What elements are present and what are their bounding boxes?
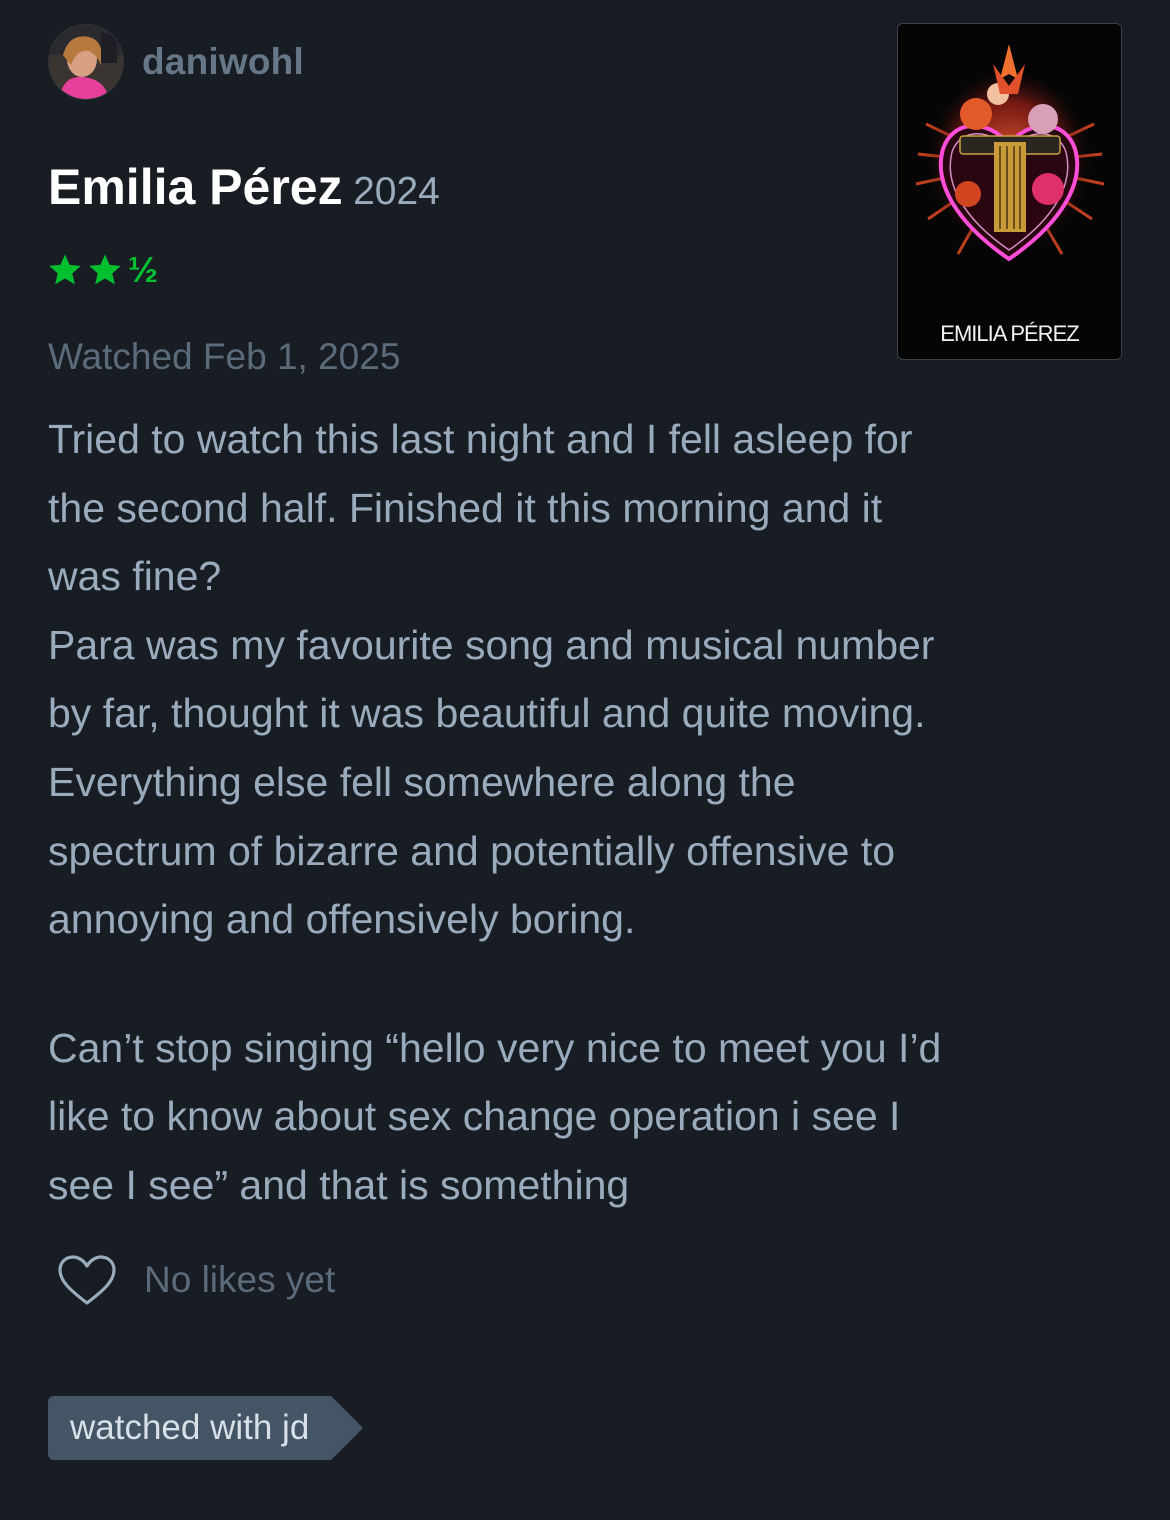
review-header: daniwohl bbox=[48, 24, 304, 100]
review-paragraph: Tried to watch this last night and I fel… bbox=[48, 416, 935, 943]
film-title-row: Emilia Pérez 2024 bbox=[48, 158, 440, 216]
username[interactable]: daniwohl bbox=[142, 41, 304, 83]
film-poster[interactable]: EMILIA PÉREZ bbox=[897, 23, 1122, 360]
poster-title: EMILIA PÉREZ bbox=[940, 321, 1079, 346]
poster-artwork-icon bbox=[898, 24, 1121, 359]
likes-row: No likes yet bbox=[56, 1253, 335, 1307]
film-title[interactable]: Emilia Pérez bbox=[48, 159, 343, 215]
avatar[interactable] bbox=[48, 24, 124, 100]
half-star-icon: ½ bbox=[128, 249, 159, 290]
star-icon bbox=[89, 254, 121, 285]
star-icon bbox=[49, 254, 81, 285]
star-rating: ½ bbox=[46, 248, 158, 292]
heart-icon[interactable] bbox=[56, 1253, 118, 1307]
watched-date: Watched Feb 1, 2025 bbox=[48, 336, 401, 377]
tag-label[interactable]: watched with jd bbox=[48, 1396, 364, 1460]
film-year[interactable]: 2024 bbox=[353, 170, 440, 213]
tag[interactable]: watched with jd bbox=[48, 1396, 364, 1460]
likes-count-text: No likes yet bbox=[144, 1259, 336, 1300]
review-paragraph: Can’t stop singing “hello very nice to m… bbox=[48, 1024, 942, 1208]
review-body: Tried to watch this last night and I fel… bbox=[48, 405, 1138, 1220]
